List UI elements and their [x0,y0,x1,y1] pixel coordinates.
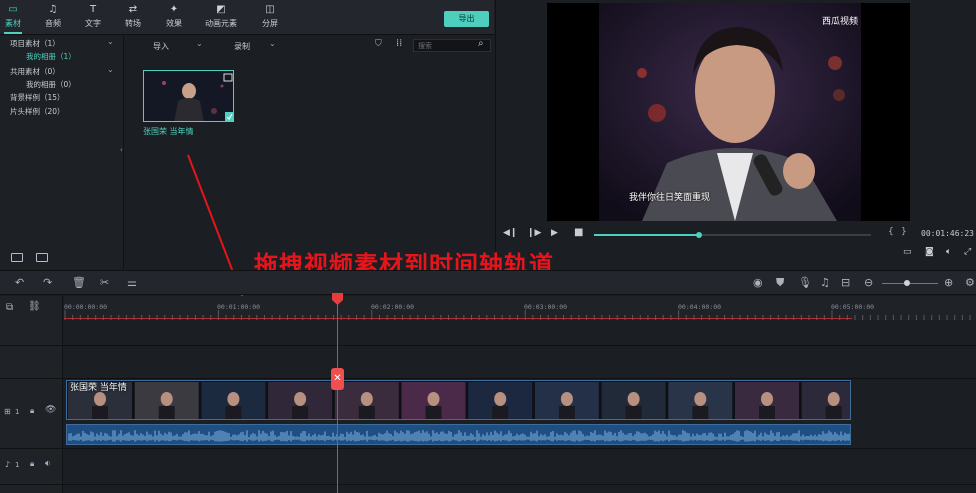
track-separator [0,345,976,346]
film-frame-figure [625,406,642,419]
audio-track-number: 1 [15,461,20,469]
audio-mixer-icon[interactable]: ♫ [820,277,830,289]
link-icon[interactable]: ⛓ [28,301,41,312]
film-frame-figure [425,406,442,419]
film-frame-figure [294,392,307,406]
cut-icon[interactable]: ✂ [100,277,109,289]
film-frame-figure [292,406,309,419]
undo-icon[interactable]: ↶ [15,277,24,289]
eye-icon[interactable]: 👁︎ [45,405,56,415]
zoom-in-icon[interactable]: ⊕ [944,277,953,289]
film-frame-figure [158,406,175,419]
film-frame-figure [627,392,640,406]
film-frame-figure [761,392,773,406]
adjust-icon[interactable]: ⚌ [127,277,137,289]
film-frame-figure [227,392,240,406]
film-frame-figure [759,406,775,419]
film-frame-figure [825,406,842,419]
add-track-icon[interactable]: ⧉ [6,302,13,313]
work-area-range[interactable] [64,318,852,319]
delete-icon[interactable]: 🗑︎ [72,277,86,289]
audio-track-icon: ♪ [5,460,11,469]
film-frame-figure [694,392,707,406]
speaker-icon[interactable]: 🔉︎ [45,459,51,469]
timeline-settings-icon[interactable]: ⚙ [965,277,975,289]
video-clip[interactable]: 张国荣 当年情 [66,380,851,420]
fit-timeline-icon[interactable]: ⊟ [841,277,850,289]
film-frame-figure [827,392,840,406]
video-track-number: 1 [15,408,20,416]
marker-icon[interactable]: ⛊ [776,277,784,289]
film-frame-figure [92,406,108,419]
clip-filmstrip [68,382,850,419]
track-headers: ⧉ ⛓ ⊞ 1 🔒︎ 👁︎ ♪ 1 🔒︎ 🔉︎ [0,296,63,493]
tick-label: 00:05:00:00 [831,303,875,311]
film-frame-figure [558,406,575,419]
tick-label: 00:03:00:00 [524,303,568,311]
track-separator [0,378,976,379]
timeline-toolbar: ↶ ↷ 🗑︎ ✂ ⚌ ◉ ⛊ 🎙︎ ♫ ⊟ ⊖ ⊕ ⚙ [0,270,976,295]
render-icon[interactable]: ◉ [753,277,763,289]
microphone-icon[interactable]: 🎙︎ [798,277,812,289]
tick-label: 00:00:00:00 [64,303,108,311]
audio-waveform [68,430,850,442]
playhead-handle-icon[interactable] [332,293,343,305]
tick-label: 00:04:00:00 [678,303,722,311]
playhead[interactable] [337,294,338,493]
film-frame-figure [160,392,173,406]
film-frame-figure [692,406,709,419]
redo-icon[interactable]: ↷ [43,277,52,289]
film-frame-figure [225,406,242,419]
zoom-slider[interactable] [882,280,938,286]
time-ruler[interactable]: 00:00:00:00 00:01:00:00 00:02:00:00 00:0… [64,296,976,320]
film-frame-figure [360,392,373,406]
lock-icon[interactable]: 🔒︎ [30,406,34,416]
zoom-slider-handle[interactable] [904,280,910,286]
film-frame-figure [560,392,573,406]
audio-clip[interactable] [66,424,851,445]
track-separator [0,448,976,449]
film-frame-figure [492,406,509,419]
tick-label: 00:02:00:00 [371,303,415,311]
film-frame-figure [427,392,440,406]
film-frame-figure [358,406,375,419]
track-separator [0,484,976,485]
zoom-out-icon[interactable]: ⊖ [864,277,873,289]
film-frame-figure [94,392,106,406]
lock-icon[interactable]: 🔒︎ [30,459,34,469]
film-frame-figure [494,392,507,406]
split-marker-icon[interactable]: ✕ [331,368,344,390]
video-track-icon: ⊞ [4,407,11,416]
tick-label: 00:01:00:00 [217,303,261,311]
clip-title: 张国荣 当年情 [70,383,127,393]
